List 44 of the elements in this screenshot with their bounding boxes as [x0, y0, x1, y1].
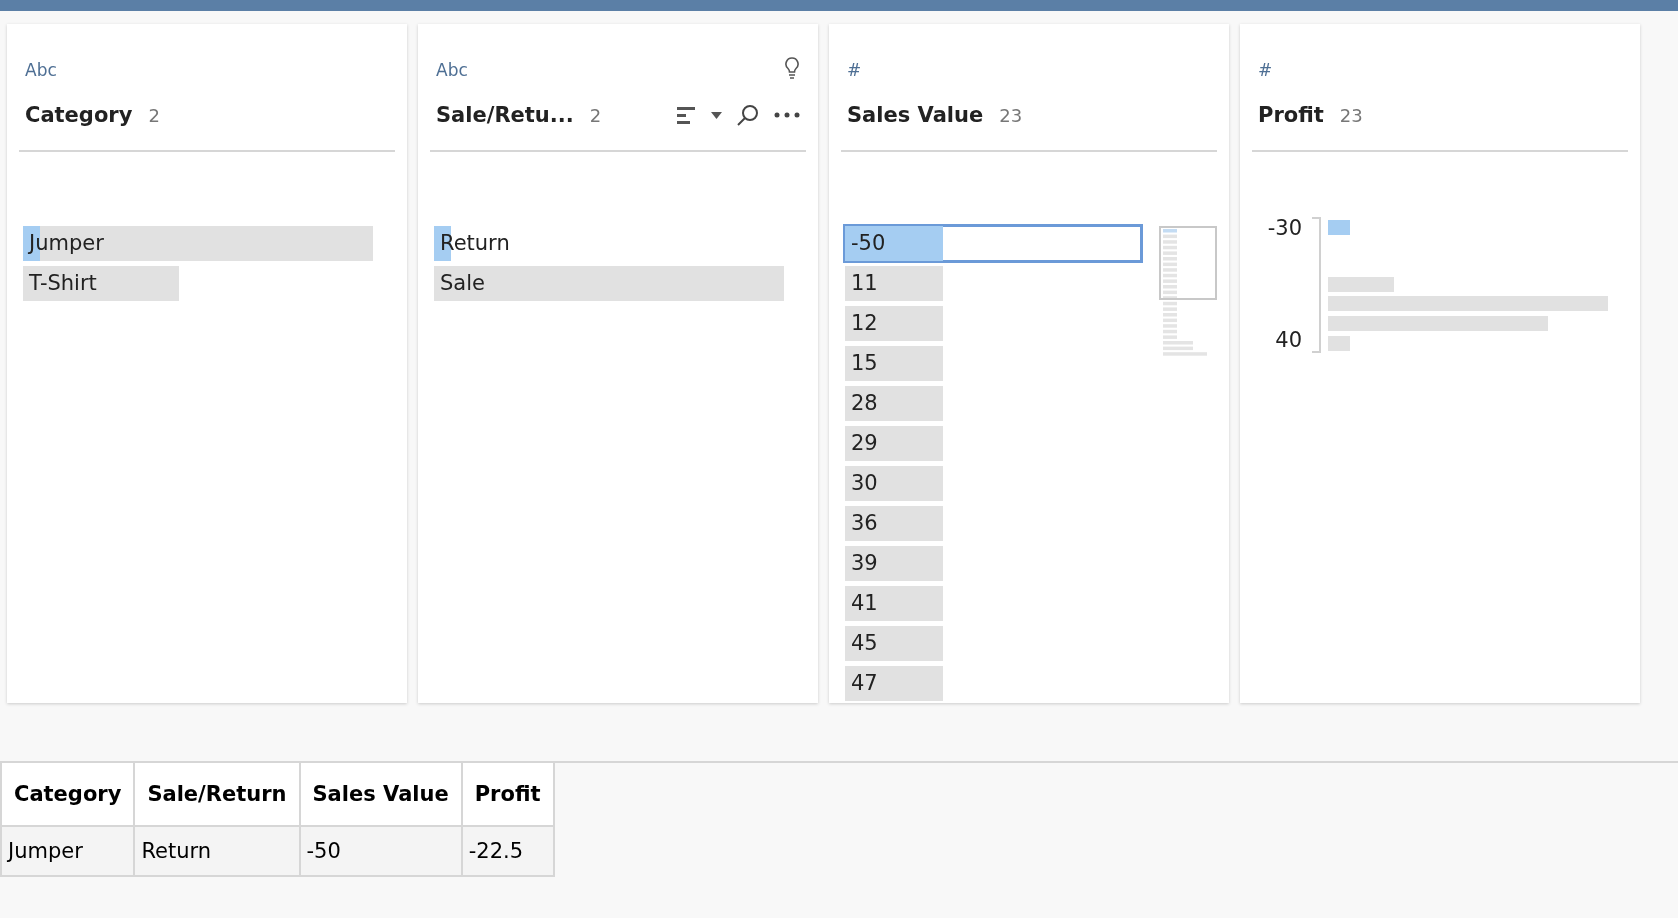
value-bar[interactable]: 11: [845, 266, 1141, 301]
field-title: Profit: [1258, 103, 1324, 127]
sort-icon[interactable]: [677, 105, 697, 125]
value-bar[interactable]: 47: [845, 666, 1141, 701]
value-bar[interactable]: 39: [845, 546, 1141, 581]
value-bar[interactable]: Return: [434, 226, 806, 261]
data-type-label: #: [847, 60, 862, 80]
histogram-bar: [1328, 220, 1350, 235]
value-bar[interactable]: -50: [845, 226, 1141, 261]
column-header: Profit: [461, 763, 554, 826]
more-icon[interactable]: [774, 112, 800, 118]
histogram-bar: [1328, 336, 1350, 351]
field-title: Sale/Retu...: [436, 103, 574, 127]
histogram-bar: [1328, 277, 1394, 292]
value-bar[interactable]: 30: [845, 466, 1141, 501]
lightbulb-icon[interactable]: [784, 56, 800, 80]
value-bar[interactable]: 29: [845, 426, 1141, 461]
column-header: Sale/Return: [134, 763, 300, 826]
value-bar[interactable]: 41: [845, 586, 1141, 621]
axis-label: 40: [1275, 328, 1302, 352]
table-cell: Jumper: [1, 826, 135, 876]
value-bar[interactable]: 15: [845, 346, 1141, 381]
column-header: Sales Value: [299, 763, 462, 826]
value-count: 2: [148, 104, 160, 126]
value-bar[interactable]: 12: [845, 306, 1141, 341]
value-bar[interactable]: T-Shirt: [23, 266, 395, 301]
value-bar[interactable]: 28: [845, 386, 1141, 421]
field-title: Sales Value: [847, 103, 984, 127]
axis-label: -30: [1267, 216, 1302, 240]
value-count: 23: [1339, 104, 1363, 126]
value-count: 23: [999, 104, 1023, 126]
table-cell: Return: [134, 826, 300, 876]
value-bar[interactable]: 45: [845, 626, 1141, 661]
table-cell: -50: [299, 826, 462, 876]
data-type-label: Abc: [25, 60, 57, 80]
table-cell: -22.5: [461, 826, 554, 876]
caret-icon[interactable]: [711, 111, 722, 119]
data-type-label: #: [1258, 60, 1273, 80]
data-type-label: Abc: [436, 60, 468, 80]
value-bar[interactable]: 36: [845, 506, 1141, 541]
search-icon[interactable]: [736, 103, 760, 127]
field-title: Category: [25, 103, 133, 127]
value-count: 2: [589, 104, 602, 126]
column-header: Category: [1, 763, 135, 826]
